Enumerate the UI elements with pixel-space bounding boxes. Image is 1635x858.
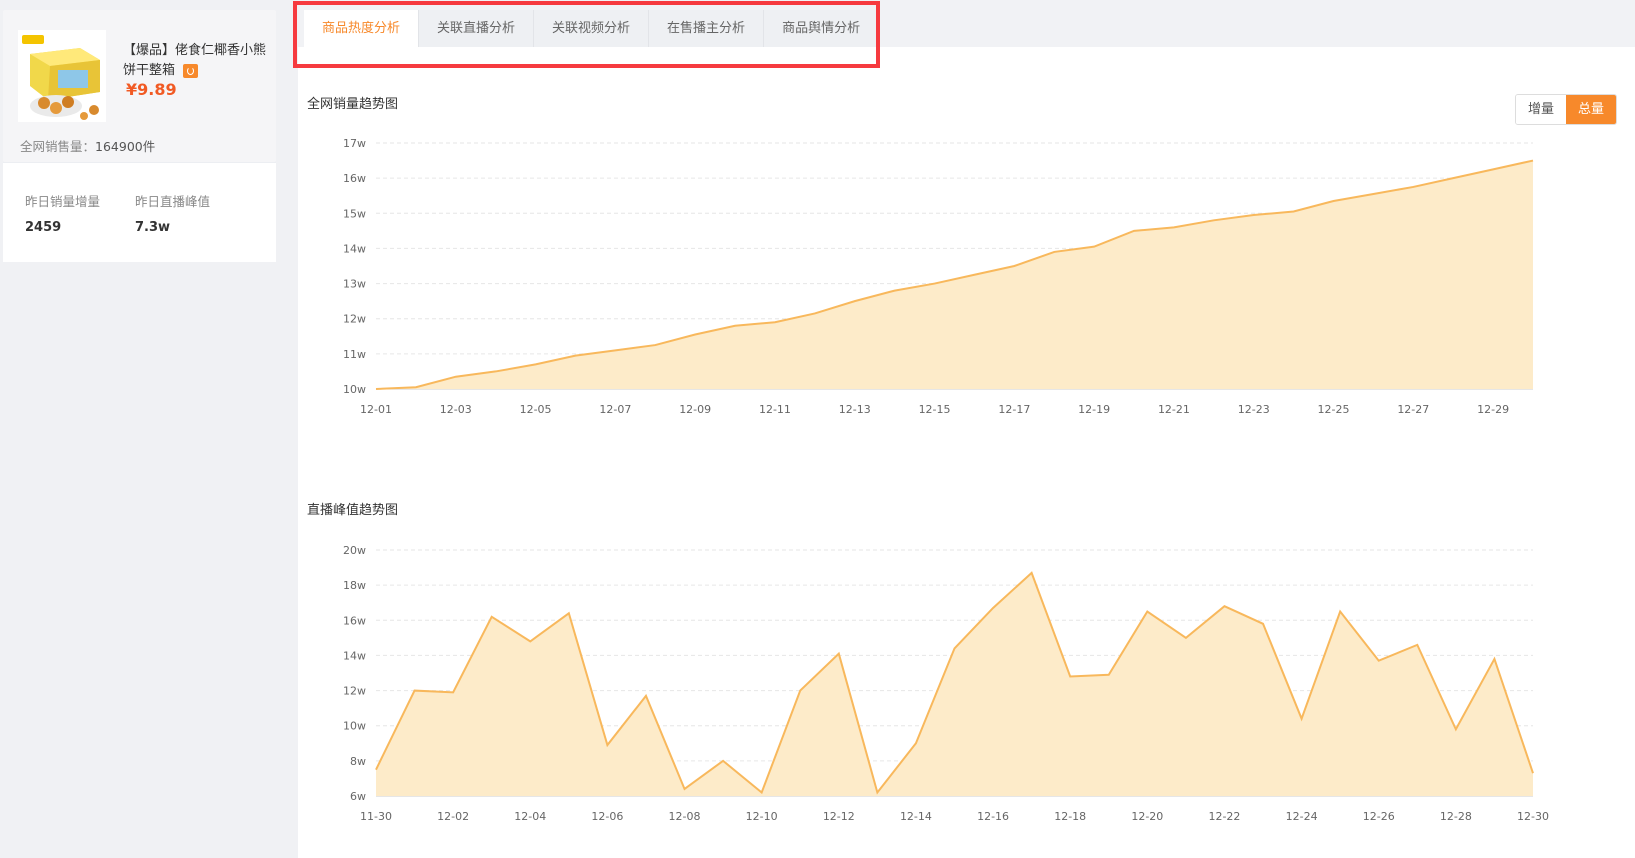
total-sales-label: 全网销售量： <box>20 139 96 154</box>
x-tick-label: 12-03 <box>440 403 472 416</box>
y-tick-label: 14w <box>343 649 366 662</box>
total-sales-value: 164900件 <box>95 139 156 154</box>
y-tick-label: 13w <box>343 278 366 291</box>
x-tick-label: 12-15 <box>919 403 951 416</box>
stat-yesterday-increment: 昨日销量增量 2459 <box>25 191 100 235</box>
x-tick-label: 12-21 <box>1158 403 1190 416</box>
y-tick-label: 17w <box>343 137 366 150</box>
x-tick-label: 12-07 <box>599 403 631 416</box>
x-tick-label: 12-06 <box>591 810 623 823</box>
y-tick-label: 10w <box>343 720 366 733</box>
x-tick-label: 12-20 <box>1131 810 1163 823</box>
x-tick-label: 12-22 <box>1208 810 1240 823</box>
stat-yesterday-live-peak: 昨日直播峰值 7.3w <box>135 191 210 235</box>
x-tick-label: 12-05 <box>520 403 552 416</box>
x-tick-label: 12-25 <box>1318 403 1350 416</box>
y-tick-label: 12w <box>343 685 366 698</box>
x-tick-label: 11-30 <box>360 810 392 823</box>
x-tick-label: 12-02 <box>437 810 469 823</box>
product-thumbnail[interactable] <box>18 30 106 122</box>
analysis-tabs: 商品热度分析 关联直播分析 关联视频分析 在售播主分析 商品舆情分析 <box>304 10 880 47</box>
total-button[interactable]: 总量 <box>1565 95 1616 124</box>
x-tick-label: 12-19 <box>1078 403 1110 416</box>
x-tick-label: 12-11 <box>759 403 791 416</box>
tab-product-sentiment[interactable]: 商品舆情分析 <box>764 10 880 47</box>
main-panel: 商品热度分析 关联直播分析 关联视频分析 在售播主分析 商品舆情分析 全网销量趋… <box>298 0 1635 858</box>
live-peak-trend-chart: 6w 8w 10w 12w 14w 16w 18w 20w 11-30 12-02 12-04 12-… <box>343 544 1549 823</box>
x-tick-label: 12-17 <box>998 403 1030 416</box>
stats-card: 昨日销量增量 2459 昨日直播峰值 7.3w <box>3 162 276 262</box>
x-tick-label: 12-27 <box>1397 403 1429 416</box>
product-card[interactable]: 【爆品】佬食仁椰香小熊饼干整箱 ¥9.89 全网销售量：164900件 <box>3 10 276 162</box>
x-tick-label: 12-23 <box>1238 403 1270 416</box>
product-price: ¥9.89 <box>126 80 177 99</box>
x-tick-label: 12-09 <box>679 403 711 416</box>
increment-button[interactable]: 增量 <box>1515 95 1566 124</box>
mode-toggle: 增量 总量 <box>1514 94 1617 125</box>
product-title[interactable]: 【爆品】佬食仁椰香小熊饼干整箱 <box>123 41 268 81</box>
x-tick-label: 12-24 <box>1286 810 1318 823</box>
y-tick-label: 20w <box>343 544 366 557</box>
y-tick-label: 12w <box>343 313 366 326</box>
x-tick-label: 12-16 <box>977 810 1009 823</box>
tab-selling-streamers[interactable]: 在售播主分析 <box>649 10 765 47</box>
x-tick-label: 12-14 <box>900 810 932 823</box>
x-tick-label: 12-01 <box>360 403 392 416</box>
y-tick-label: 8w <box>350 755 366 768</box>
y-tick-label: 10w <box>343 383 366 396</box>
sales-trend-chart: 10w 11w 12w 13w 14w 15w 16w 17w 12-01 12-03 12-05 1… <box>343 137 1534 416</box>
stat-value: 2459 <box>25 220 62 235</box>
x-tick-label: 12-10 <box>746 810 778 823</box>
douyin-badge-icon <box>183 63 199 78</box>
x-tick-label: 12-28 <box>1440 810 1472 823</box>
y-tick-label: 16w <box>343 172 366 185</box>
x-tick-label: 12-04 <box>514 810 546 823</box>
y-tick-label: 16w <box>343 614 366 627</box>
y-tick-label: 6w <box>350 790 366 803</box>
y-tick-label: 18w <box>343 579 366 592</box>
stat-label: 昨日销量增量 <box>25 194 101 209</box>
x-tick-label: 12-08 <box>669 810 701 823</box>
x-tick-label: 12-26 <box>1363 810 1395 823</box>
x-tick-label: 12-29 <box>1477 403 1509 416</box>
live-peak-trend-title: 直播峰值趋势图 <box>307 503 399 518</box>
series-area <box>376 572 1533 796</box>
stat-value: 7.3w <box>135 220 171 235</box>
x-tick-label: 12-30 <box>1517 810 1549 823</box>
stat-label: 昨日直播峰值 <box>135 194 211 209</box>
total-sales: 全网销售量：164900件 <box>20 136 155 155</box>
y-tick-label: 11w <box>343 348 366 361</box>
sales-trend-title: 全网销量趋势图 <box>307 97 399 112</box>
y-tick-label: 14w <box>343 242 366 255</box>
tab-product-heat[interactable]: 商品热度分析 <box>304 10 420 47</box>
tab-bar: 商品热度分析 关联直播分析 关联视频分析 在售播主分析 商品舆情分析 <box>298 0 1635 47</box>
tab-related-live[interactable]: 关联直播分析 <box>419 10 535 47</box>
series-area <box>376 160 1533 389</box>
x-tick-label: 12-12 <box>823 810 855 823</box>
y-tick-label: 15w <box>343 207 366 220</box>
x-tick-label: 12-18 <box>1054 810 1086 823</box>
tab-related-video[interactable]: 关联视频分析 <box>534 10 650 47</box>
x-tick-label: 12-13 <box>839 403 871 416</box>
